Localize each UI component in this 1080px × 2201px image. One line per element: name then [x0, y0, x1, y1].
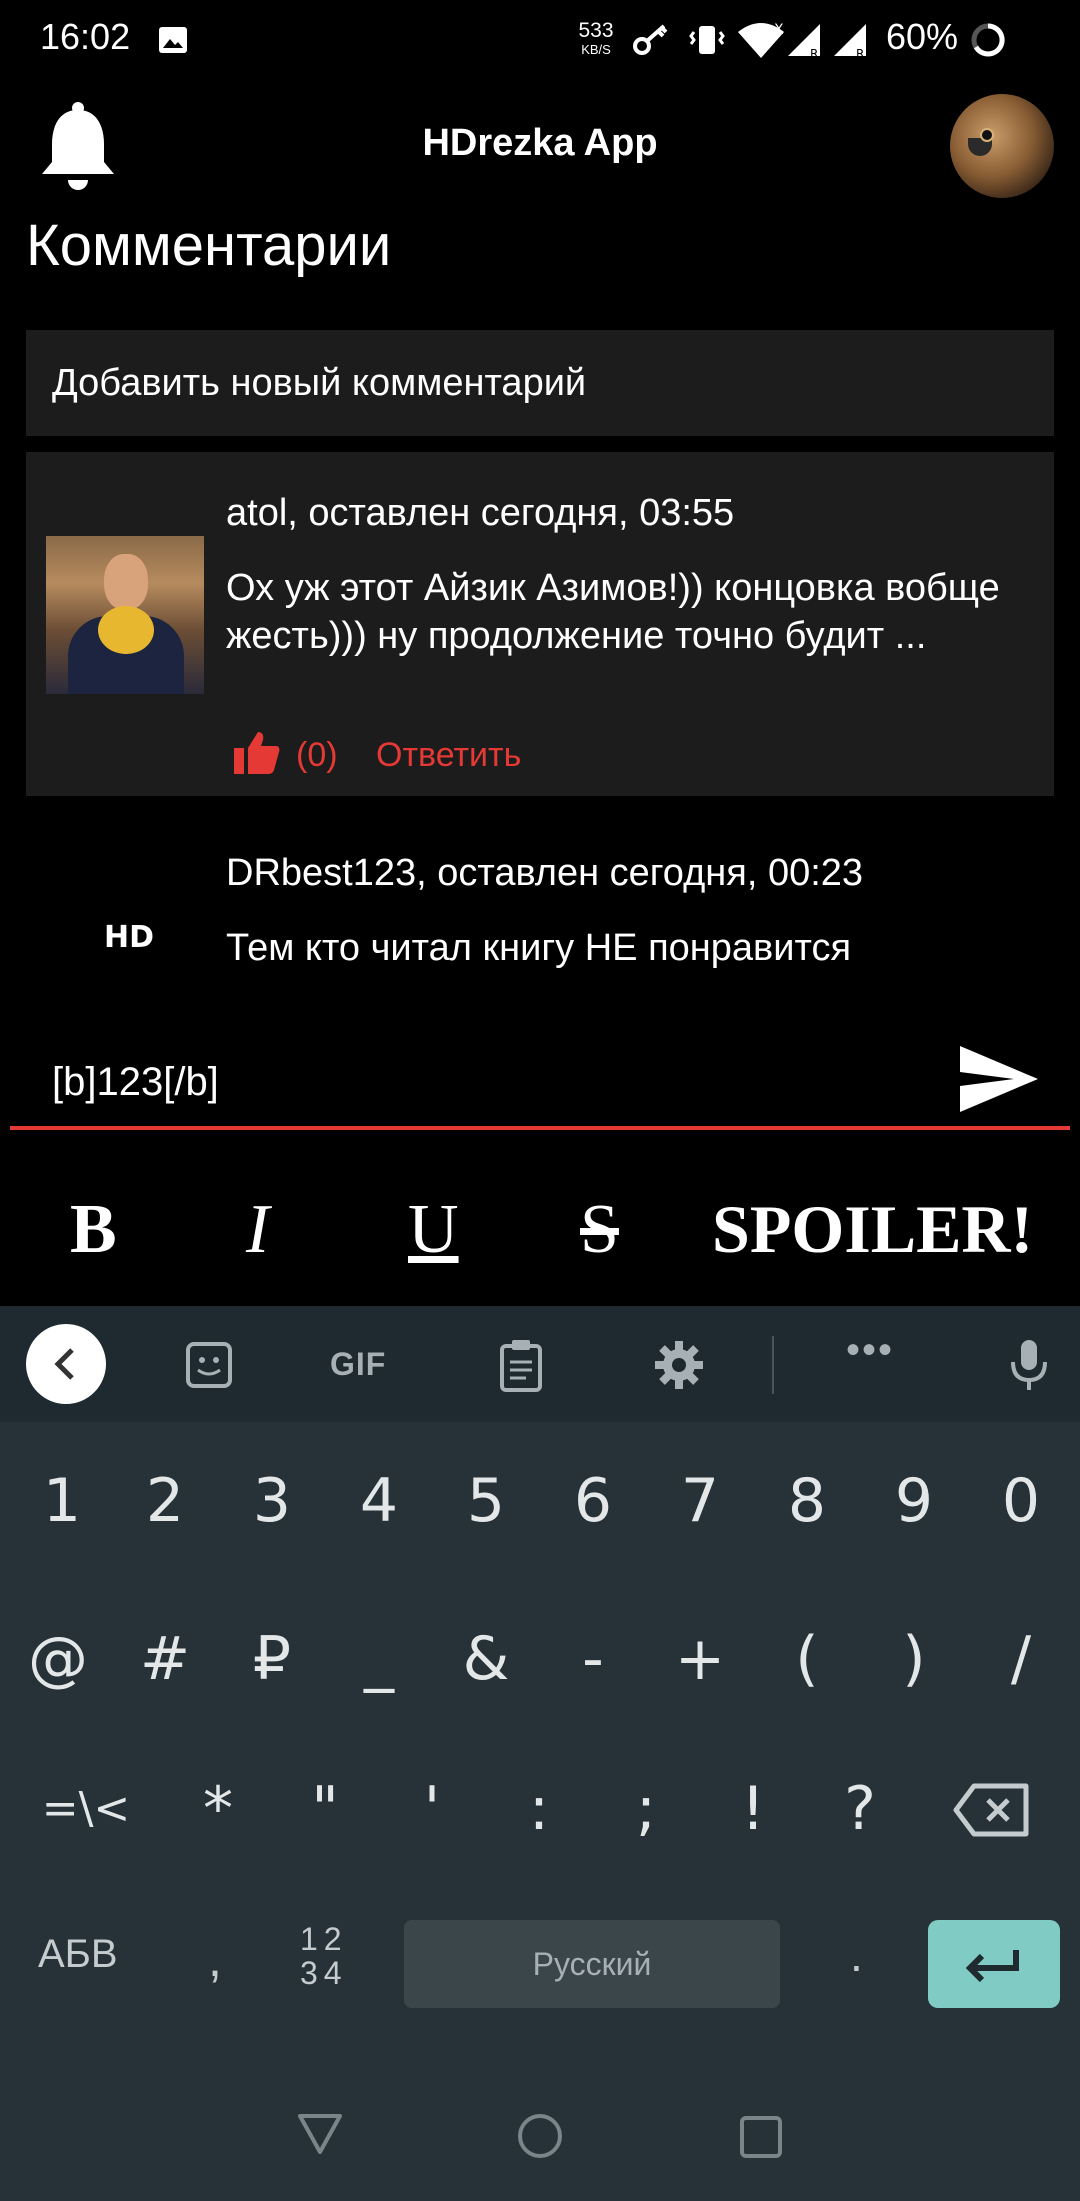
key-at[interactable]: @ [8, 1604, 108, 1714]
space-label: Русский [532, 1946, 652, 1982]
nav-back-icon[interactable] [296, 2112, 344, 2156]
comment-card: atol, оставлен сегодня, 03:55 Ох уж этот… [26, 452, 1054, 796]
nav-home-icon[interactable] [518, 2114, 562, 2158]
backspace-icon[interactable] [952, 1780, 1032, 1840]
keyboard-toolbar: GIF ••• [0, 1306, 1080, 1422]
comment-card: HD DRbest123, оставлен сегодня, 00:23 Те… [26, 812, 1054, 988]
comment-meta: DRbest123, оставлен сегодня, 00:23 [226, 852, 864, 894]
gear-icon[interactable] [652, 1338, 706, 1392]
key-slash[interactable]: / [971, 1604, 1071, 1714]
key-colon[interactable]: : [489, 1754, 589, 1864]
chevron-left-icon [54, 1348, 74, 1380]
comment-input-value[interactable]: [b]123[/b] [52, 1060, 219, 1105]
user-avatar[interactable] [950, 94, 1054, 198]
key-enter[interactable] [928, 1920, 1060, 2008]
signal-sim1-icon: R [788, 24, 820, 60]
vpn-key-icon [633, 24, 668, 55]
battery-ring-icon [971, 23, 1005, 57]
send-icon[interactable] [958, 1044, 1040, 1114]
key-underscore[interactable]: _ [329, 1604, 429, 1714]
add-comment-label: Добавить новый комментарий [52, 362, 587, 404]
key-paren-open[interactable]: ( [757, 1604, 857, 1714]
like-count: (0) [296, 736, 338, 774]
thumbs-up-icon[interactable] [234, 730, 280, 774]
key-asterisk[interactable]: * [168, 1754, 268, 1864]
image-notification-icon [159, 27, 187, 53]
key-0[interactable]: 0 [971, 1446, 1071, 1556]
key-ruble[interactable]: ₽ [222, 1604, 322, 1714]
key-more-symbols[interactable]: =\< [34, 1754, 138, 1864]
key-7[interactable]: 7 [650, 1446, 750, 1556]
underline-button[interactable]: U [408, 1190, 459, 1270]
strikethrough-button[interactable]: S [580, 1190, 619, 1270]
key-paren-close[interactable]: ) [864, 1604, 964, 1714]
svg-text:R: R [856, 47, 864, 60]
key-4[interactable]: 4 [329, 1446, 429, 1556]
key-3[interactable]: 3 [222, 1446, 322, 1556]
key-exclamation[interactable]: ! [703, 1754, 803, 1864]
wifi-icon: X [738, 22, 784, 58]
key-space[interactable]: Русский [404, 1920, 780, 2008]
svg-text:R: R [810, 47, 818, 60]
more-icon[interactable]: ••• [846, 1328, 894, 1373]
page-title: Комментарии [26, 213, 392, 278]
key-8[interactable]: 8 [757, 1446, 857, 1556]
key-semicolon[interactable]: ; [596, 1754, 696, 1864]
key-question[interactable]: ? [810, 1754, 910, 1864]
key-5[interactable]: 5 [436, 1446, 536, 1556]
key-numpad[interactable]: 12 34 [300, 1922, 348, 1990]
nav-recents-icon[interactable] [740, 2116, 782, 2158]
input-underline [10, 1126, 1070, 1130]
bold-button[interactable]: B [70, 1190, 117, 1270]
key-hash[interactable]: # [115, 1604, 215, 1714]
key-single-quote[interactable]: ' [382, 1754, 482, 1864]
svg-text:X: X [774, 22, 784, 38]
sticker-icon[interactable] [182, 1338, 236, 1392]
comment-avatar-hd-logo[interactable]: HD [104, 920, 154, 955]
key-ampersand[interactable]: & [436, 1604, 536, 1714]
key-6[interactable]: 6 [543, 1446, 643, 1556]
status-bar: 16:02 533 KB/S X R R 60% [0, 0, 1080, 80]
key-period[interactable]: . [850, 1928, 863, 1982]
key-double-quote[interactable]: " [275, 1754, 375, 1864]
comment-meta: atol, оставлен сегодня, 03:55 [226, 492, 735, 534]
key-1[interactable]: 1 [12, 1446, 112, 1556]
key-comma[interactable]: , [208, 1930, 222, 1988]
network-speed: 533 KB/S [578, 19, 614, 57]
enter-icon [965, 1950, 1019, 1983]
key-minus[interactable]: - [543, 1604, 643, 1714]
signal-sim2-icon: R [834, 24, 866, 60]
add-comment-button[interactable]: Добавить новый комментарий [26, 330, 1054, 436]
clipboard-icon[interactable] [494, 1338, 548, 1392]
key-plus[interactable]: + [650, 1604, 750, 1714]
keyboard-back-button[interactable] [26, 1324, 106, 1404]
toolbar-divider [772, 1336, 774, 1394]
battery-percent: 60% [886, 16, 959, 57]
comment-text: Ох уж этот Айзик Азимов!)) концовка вобщ… [226, 567, 1000, 657]
gif-button[interactable]: GIF [330, 1346, 386, 1383]
status-time: 16:02 [40, 16, 131, 57]
reply-link[interactable]: Ответить [376, 736, 521, 775]
comment-input[interactable]: [b]123[/b] [10, 1034, 1070, 1130]
italic-button[interactable]: I [246, 1190, 269, 1270]
key-2[interactable]: 2 [115, 1446, 215, 1556]
microphone-icon[interactable] [1002, 1338, 1056, 1392]
spoiler-button[interactable]: SPOILER! [712, 1190, 1033, 1269]
vibrate-icon [689, 26, 725, 54]
comment-avatar[interactable] [46, 536, 204, 694]
app-title: HDrezka App [422, 122, 658, 164]
key-alphabet[interactable]: АБВ [38, 1932, 118, 1977]
comment-text: Тем кто читал книгу НЕ понравится [226, 927, 852, 969]
key-9[interactable]: 9 [864, 1446, 964, 1556]
